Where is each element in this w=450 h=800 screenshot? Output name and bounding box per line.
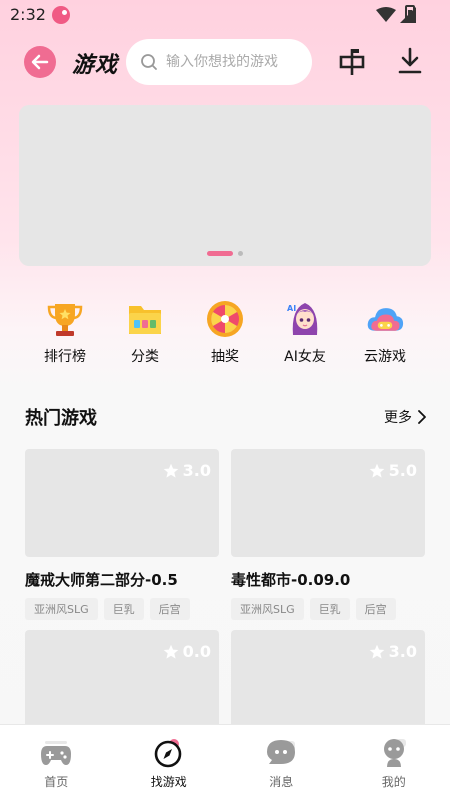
chat-bubble-icon	[265, 737, 297, 769]
category-leaderboard[interactable]: 排行榜	[25, 300, 105, 370]
nav-item-home[interactable]: 首页	[0, 725, 113, 800]
carousel-dot-active	[207, 251, 233, 256]
category-label: 排行榜	[44, 349, 86, 365]
nav-item-profile[interactable]: 我的	[338, 725, 450, 800]
carousel-dot	[238, 251, 243, 256]
game-card[interactable]: 5.0 毒性都市-0.09.0 亚洲风SLG 巨乳 后宫	[231, 449, 425, 620]
game-rating: 3.0	[369, 642, 417, 661]
mailbox-button[interactable]	[338, 47, 366, 77]
game-card[interactable]: 0.0	[25, 630, 219, 738]
app-notification-icon	[52, 6, 70, 24]
nav-label: 找游戏	[150, 775, 187, 789]
status-bar: 2:32	[0, 0, 450, 30]
game-card[interactable]: 3.0 魔戒大师第二部分-0.5 亚洲风SLG 巨乳 后宫	[25, 449, 219, 620]
nav-item-find-games[interactable]: 找游戏	[113, 725, 226, 800]
category-label: 抽奖	[211, 349, 239, 365]
category-classification[interactable]: 分类	[105, 300, 185, 370]
game-tag[interactable]: 亚洲风SLG	[25, 598, 98, 620]
game-rating: 0.0	[163, 642, 211, 661]
svg-text:AI: AI	[287, 304, 296, 313]
mailbox-icon	[339, 49, 365, 75]
more-label: 更多	[384, 410, 412, 426]
category-label: AI女友	[284, 349, 326, 365]
game-name: 毒性都市-0.09.0	[231, 571, 351, 589]
game-thumbnail[interactable]: 3.0	[231, 630, 425, 738]
arrow-left-icon	[31, 54, 49, 70]
back-button[interactable]	[24, 46, 56, 78]
game-rating: 5.0	[369, 461, 417, 480]
game-tag[interactable]: 后宫	[149, 598, 190, 620]
nav-label: 我的	[381, 775, 406, 789]
star-icon	[163, 463, 178, 478]
game-rating: 3.0	[163, 461, 211, 480]
ai-girl-avatar-icon: AI	[286, 300, 324, 338]
star-icon	[369, 644, 384, 659]
trophy-icon	[46, 300, 84, 338]
game-tags: 亚洲风SLG 巨乳 后宫	[25, 598, 219, 620]
chevron-right-icon	[418, 410, 426, 424]
game-tags: 亚洲风SLG 巨乳 后宫	[231, 598, 425, 620]
rating-value: 3.0	[182, 461, 211, 480]
game-tag[interactable]: 后宫	[355, 598, 396, 620]
bottom-nav: 首页 找游戏 消息 我的	[0, 724, 450, 800]
nav-label: 消息	[269, 775, 294, 789]
page-title: 游戏	[72, 53, 119, 78]
game-card[interactable]: 3.0	[231, 630, 425, 738]
gamepad-icon	[40, 737, 72, 769]
section-title: 热门游戏	[25, 408, 97, 429]
nav-item-messages[interactable]: 消息	[225, 725, 338, 800]
download-icon	[398, 47, 422, 74]
game-tag[interactable]: 亚洲风SLG	[231, 598, 304, 620]
user-icon	[378, 737, 410, 769]
cloud-game-icon	[366, 300, 404, 338]
folder-icon	[126, 300, 164, 338]
game-thumbnail[interactable]: 0.0	[25, 630, 219, 738]
rating-value: 3.0	[388, 642, 417, 661]
game-tag[interactable]: 巨乳	[309, 598, 350, 620]
category-ai-girlfriend[interactable]: AI AI女友	[265, 300, 345, 370]
category-label: 云游戏	[364, 349, 406, 365]
carousel-indicator	[207, 251, 243, 256]
category-label: 分类	[131, 349, 159, 365]
more-link[interactable]: 更多	[384, 407, 426, 427]
rating-value: 0.0	[182, 642, 211, 661]
game-tag[interactable]: 巨乳	[103, 598, 144, 620]
category-shortcuts: 排行榜 分类 抽奖 AI AI女友 云游戏	[25, 300, 425, 370]
search-bar[interactable]	[126, 39, 312, 85]
status-time: 2:32	[10, 5, 46, 24]
search-input[interactable]	[166, 54, 306, 70]
category-cloud-game[interactable]: 云游戏	[345, 300, 425, 370]
game-thumbnail[interactable]: 3.0	[25, 449, 219, 557]
header: 游戏	[0, 36, 450, 88]
rating-value: 5.0	[388, 461, 417, 480]
category-lottery[interactable]: 抽奖	[185, 300, 265, 370]
battery-icon	[405, 5, 415, 23]
lottery-wheel-icon	[206, 300, 244, 338]
compass-icon	[153, 737, 185, 769]
game-thumbnail[interactable]: 5.0	[231, 449, 425, 557]
download-button[interactable]	[396, 46, 424, 76]
search-icon	[141, 54, 157, 70]
banner-carousel[interactable]	[19, 105, 431, 266]
star-icon	[369, 463, 384, 478]
star-icon	[163, 644, 178, 659]
game-name: 魔戒大师第二部分-0.5	[25, 571, 178, 589]
wifi-icon	[376, 7, 396, 22]
nav-label: 首页	[44, 775, 69, 789]
